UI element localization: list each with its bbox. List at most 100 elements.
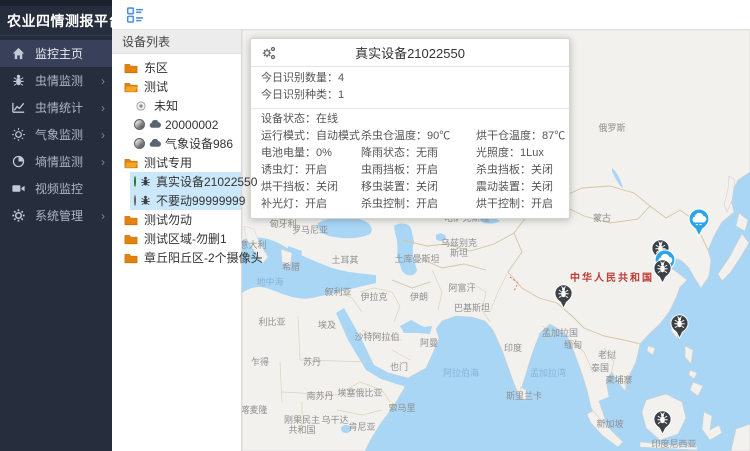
tree-item-测试勿动[interactable]: 测试勿动 <box>112 210 241 229</box>
sidebar-item-墒情监测[interactable]: 墒情监测› <box>0 148 112 175</box>
popup-grid-row: 补光灯：开启杀虫控制：开启烘干控制：开启 <box>251 196 569 213</box>
popup-field-补光灯: 补光灯：开启 <box>251 196 361 213</box>
tree-item-测试区域-勿删1[interactable]: 测试区域-勿删1 <box>112 229 241 248</box>
tree-item-未知[interactable]: 未知 <box>112 96 241 115</box>
sun-icon <box>10 127 26 143</box>
folder-closed-icon <box>124 252 138 264</box>
insect-device-marker[interactable] <box>653 410 672 435</box>
tree-item-东区[interactable]: 东区 <box>112 58 241 77</box>
popup-device-title: 真实设备21022550 <box>251 43 569 62</box>
popup-field-震动装置: 震动装置：关闭 <box>476 179 569 196</box>
popup-field-光照度: 光照度：1Lux <box>476 145 569 162</box>
app-window: 农业四情测报平台 监控主页虫情监测›虫情统计›气象监测›墒情监测› 视频监控系统管… <box>0 0 750 451</box>
sidebar-item-监控主页[interactable]: 监控主页 <box>0 40 112 67</box>
tree-item-label: 东区 <box>144 59 168 76</box>
folder-closed-icon <box>124 233 138 245</box>
tree-item-label: 测试专用 <box>144 154 192 171</box>
app-title: 农业四情测报平台 <box>0 6 112 36</box>
popup-header: 真实设备21022550 <box>251 39 569 67</box>
popup-field-电池电量: 电池电量：0% <box>251 145 361 162</box>
bug-icon <box>139 175 152 188</box>
popup-field-杀虫控制: 杀虫控制：开启 <box>361 196 476 213</box>
folder-closed-icon <box>124 62 138 74</box>
topbar <box>112 0 750 30</box>
tree-item-label: 真实设备21022550 <box>156 173 257 190</box>
chevron-right-icon: › <box>101 209 105 223</box>
status-sphere-gray <box>134 138 145 149</box>
radio-icon <box>134 100 148 112</box>
tree-item-label: 测试区域-勿删1 <box>144 230 227 247</box>
folder-closed-icon <box>124 214 138 226</box>
sidebar-item-label: 视频监控 <box>35 180 112 197</box>
tree-item-测试[interactable]: 测试 <box>112 77 241 96</box>
chevron-right-icon: › <box>101 101 105 115</box>
popup-field-杀虫仓温度: 杀虫仓温度：90℃ <box>361 128 476 145</box>
bug-icon <box>10 73 26 89</box>
popup-stat-line: 今日识别种类：1 <box>251 87 569 104</box>
popup-field-杀虫挡板: 杀虫挡板：关闭 <box>476 162 569 179</box>
status-sphere-green <box>134 176 136 187</box>
popup-field-诱虫灯: 诱虫灯：开启 <box>251 162 361 179</box>
chevron-right-icon: › <box>101 155 105 169</box>
sidebar-item-视频监控[interactable]: 视频监控 <box>0 175 112 202</box>
popup-field-烘干仓温度: 烘干仓温度：87℃ <box>476 128 569 145</box>
popup-field-运行模式: 运行模式：自动模式 <box>251 128 361 145</box>
popup-field-降雨状态: 降雨状态：无雨 <box>361 145 476 162</box>
device-panel: 设备列表 东区测试未知 20000002 气象设备986 测试专用真实设备210225… <box>112 30 242 451</box>
tree-item-测试专用[interactable]: 测试专用 <box>112 153 241 172</box>
folder-open-icon <box>124 81 138 93</box>
insect-device-marker[interactable] <box>653 259 672 284</box>
device-tree: 东区测试未知 20000002 气象设备986 测试专用真实设备21022550不要动… <box>112 54 241 267</box>
device-panel-header: 设备列表 <box>112 30 241 54</box>
sidebar-item-label: 监控主页 <box>35 45 112 62</box>
sidebar-item-气象监测[interactable]: 气象监测› <box>0 121 112 148</box>
popup-grid-row: 诱虫灯：开启虫雨挡板：开启杀虫挡板：关闭 <box>251 162 569 179</box>
sidebar-item-系统管理[interactable]: 系统管理› <box>0 202 112 229</box>
status-sphere-gray <box>134 195 136 206</box>
tree-item-label: 未知 <box>154 97 178 114</box>
gears-icon[interactable] <box>261 45 277 61</box>
tree-item-label: 测试勿动 <box>144 211 192 228</box>
sidebar-item-虫情统计[interactable]: 虫情统计› <box>0 94 112 121</box>
device-info-popup: 真实设备21022550 今日识别数量：4今日识别种类：1 设备状态：在线运行模… <box>250 38 570 219</box>
popup-today-stats: 今日识别数量：4今日识别种类：1 <box>251 67 569 109</box>
popup-grid-row: 烘干挡板：关闭移虫装置：关闭震动装置：关闭 <box>251 179 569 196</box>
popup-field-虫雨挡板: 虫雨挡板：开启 <box>361 162 476 179</box>
chevron-right-icon: › <box>101 74 105 88</box>
device-list-toggle-icon[interactable] <box>126 6 144 24</box>
globe-icon <box>10 154 26 170</box>
tree-item-label: 章丘阳丘区-2个摄像头 <box>144 249 263 266</box>
popup-grid-row: 电池电量：0%降雨状态：无雨光照度：1Lux <box>251 145 569 162</box>
insect-device-marker[interactable] <box>554 284 573 309</box>
video-icon <box>10 181 26 197</box>
status-sphere-gray <box>134 119 145 130</box>
chevron-right-icon: › <box>101 128 105 142</box>
tree-item-真实设备21022550[interactable]: 真实设备21022550 <box>130 172 241 191</box>
weather-icon <box>148 137 161 150</box>
tree-item-20000002[interactable]: 20000002 <box>112 115 241 134</box>
chart-icon <box>10 100 26 116</box>
popup-field-移虫装置: 移虫装置：关闭 <box>361 179 476 196</box>
tree-item-章丘阳丘区-2个摄像头[interactable]: 章丘阳丘区-2个摄像头 <box>112 248 241 267</box>
insect-device-marker[interactable] <box>670 314 689 339</box>
popup-field-烘干挡板: 烘干挡板：关闭 <box>251 179 361 196</box>
folder-open-icon <box>124 157 138 169</box>
bug-icon <box>139 194 152 207</box>
tree-item-label: 不要动99999999 <box>156 192 245 209</box>
popup-status-grid: 设备状态：在线运行模式：自动模式杀虫仓温度：90℃烘干仓温度：87℃电池电量：0… <box>251 109 569 218</box>
tree-item-label: 气象设备986 <box>165 135 233 152</box>
sidebar-menu: 监控主页虫情监测›虫情统计›气象监测›墒情监测› 视频监控系统管理› <box>0 36 112 229</box>
weather-icon <box>148 118 161 131</box>
home-icon <box>10 46 26 62</box>
popup-stat-line: 今日识别数量：4 <box>251 70 569 87</box>
weather-device-marker[interactable] <box>688 208 710 237</box>
tree-item-气象设备986[interactable]: 气象设备986 <box>112 134 241 153</box>
tree-item-不要动99999999[interactable]: 不要动99999999 <box>130 191 241 210</box>
sidebar-item-虫情监测[interactable]: 虫情监测› <box>0 67 112 94</box>
sidebar: 农业四情测报平台 监控主页虫情监测›虫情统计›气象监测›墒情监测› 视频监控系统管… <box>0 0 112 451</box>
tree-item-label: 20000002 <box>165 118 218 132</box>
gear-icon <box>10 208 26 224</box>
popup-grid-row: 运行模式：自动模式杀虫仓温度：90℃烘干仓温度：87℃ <box>251 128 569 145</box>
map-canvas[interactable]: 俄罗斯蒙古哈萨克斯坦乌克兰捷克匈牙利罗马尼亚意大利希腊土耳其叙利亚伊拉克伊朗阿富… <box>242 30 750 451</box>
popup-device-status: 设备状态：在线 <box>251 111 569 128</box>
